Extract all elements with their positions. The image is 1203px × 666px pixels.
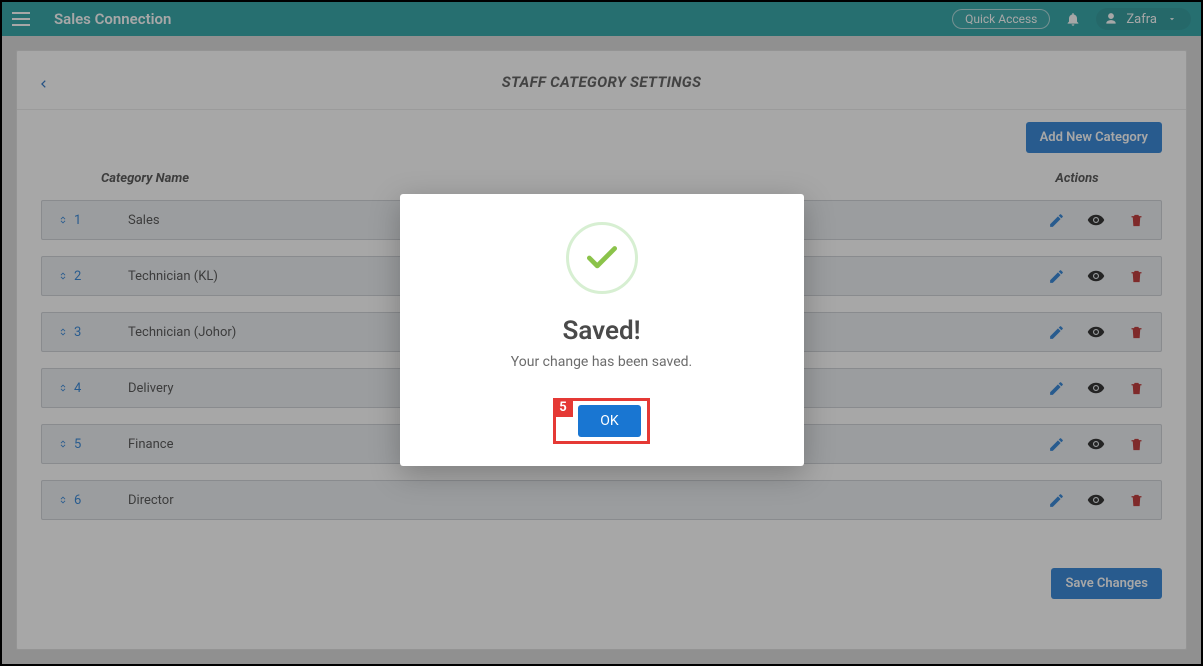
saved-modal: Saved! Your change has been saved. 5 OK bbox=[400, 194, 804, 466]
ok-button[interactable]: OK bbox=[578, 405, 640, 437]
annotation-badge: 5 bbox=[553, 398, 572, 417]
success-check-icon bbox=[566, 222, 638, 294]
ok-annotation-box: 5 OK bbox=[553, 398, 649, 444]
modal-title: Saved! bbox=[426, 316, 778, 346]
modal-subtitle: Your change has been saved. bbox=[426, 354, 778, 370]
